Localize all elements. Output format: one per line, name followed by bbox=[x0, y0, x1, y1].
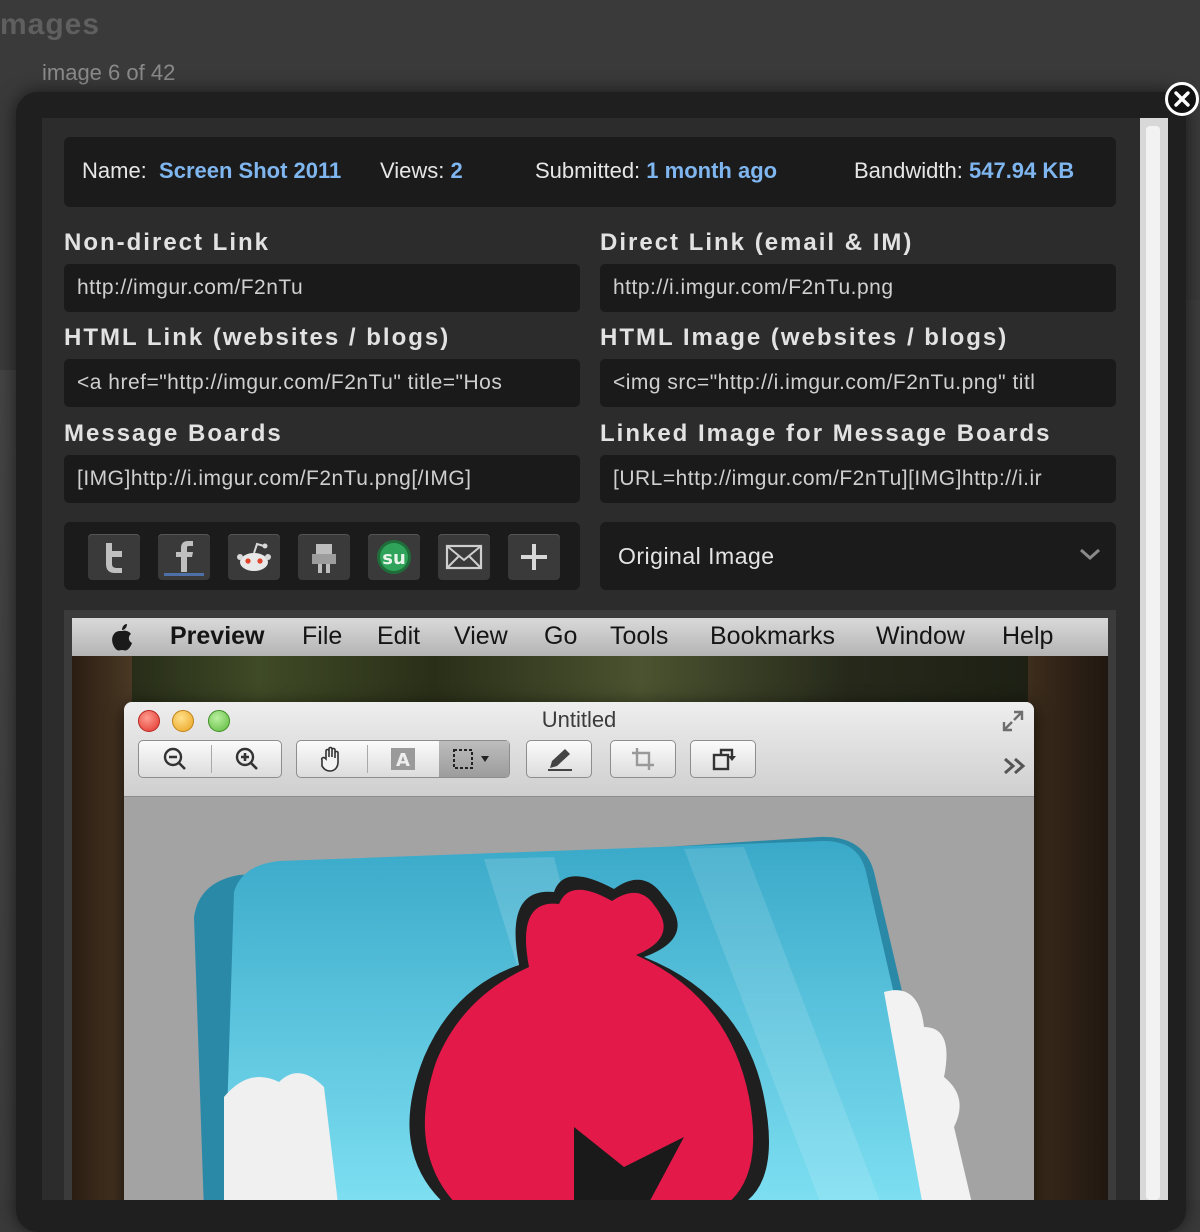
page-title: mages bbox=[0, 8, 101, 41]
crop-button bbox=[610, 740, 676, 778]
scrollbar-thumb[interactable] bbox=[1146, 126, 1160, 1200]
twitter-icon bbox=[106, 543, 122, 573]
tool-group: A bbox=[296, 740, 510, 778]
nondirect-link-label: Non-direct Link bbox=[64, 229, 271, 256]
html-link-label: HTML Link (websites / blogs) bbox=[64, 324, 451, 351]
menu-window: Window bbox=[876, 622, 965, 650]
rotate-button bbox=[690, 740, 756, 778]
message-boards-label: Message Boards bbox=[64, 420, 283, 447]
wallpaper-tree-left bbox=[72, 656, 132, 1200]
text-tool-button: A bbox=[367, 741, 439, 777]
image-preview[interactable]: Preview File Edit View Go Tools Bookmark… bbox=[64, 610, 1116, 1200]
size-select-value: Original Image bbox=[618, 543, 775, 569]
menu-bookmarks: Bookmarks bbox=[710, 622, 836, 650]
digg-icon bbox=[312, 544, 336, 573]
share-reddit-button[interactable] bbox=[228, 534, 280, 580]
crop-icon bbox=[632, 748, 654, 770]
toolbar-overflow-icon bbox=[1004, 757, 1026, 775]
nondirect-link-field[interactable]: http://imgur.com/F2nTu bbox=[64, 264, 580, 312]
views-label: Views: bbox=[380, 158, 445, 183]
bandwidth-label: Bandwidth: bbox=[854, 158, 963, 183]
zoom-out-button bbox=[139, 741, 211, 777]
submitted-label: Submitted: bbox=[535, 158, 641, 183]
menu-view: View bbox=[454, 622, 508, 650]
reddit-icon bbox=[237, 542, 271, 571]
html-link-field[interactable]: <a href="http://imgur.com/F2nTu" title="… bbox=[64, 359, 580, 407]
share-twitter-button[interactable] bbox=[88, 534, 140, 580]
select-tool-button bbox=[439, 741, 509, 777]
modal-scrollbar[interactable] bbox=[1140, 118, 1168, 1200]
apple-logo-icon bbox=[112, 624, 132, 651]
name-value: Screen Shot 2011 bbox=[159, 158, 342, 183]
bandwidth-field: Bandwidth: 547.94 KB bbox=[854, 158, 1074, 184]
image-info-bar: Name: Screen Shot 2011 Views: 2 Submitte… bbox=[64, 137, 1116, 207]
linked-boards-label: Linked Image for Message Boards bbox=[600, 420, 1052, 447]
direct-link-field[interactable]: http://i.imgur.com/F2nTu.png bbox=[600, 264, 1116, 312]
text-tool-icon: A bbox=[391, 748, 415, 771]
pencil-icon bbox=[548, 749, 572, 771]
stumbleupon-icon: su bbox=[377, 540, 411, 574]
preview-window-title: Untitled bbox=[541, 707, 617, 732]
share-digg-button[interactable] bbox=[298, 534, 350, 580]
rect-select-icon bbox=[453, 749, 489, 769]
close-button[interactable] bbox=[1165, 82, 1199, 116]
hand-icon bbox=[320, 746, 339, 772]
menu-edit: Edit bbox=[377, 622, 421, 650]
app-icon-artwork bbox=[194, 836, 972, 1200]
close-icon bbox=[1174, 91, 1190, 107]
share-email-button[interactable] bbox=[438, 534, 490, 580]
svg-text:A: A bbox=[396, 750, 410, 771]
document-canvas bbox=[124, 797, 1034, 1200]
zoom-in-icon bbox=[235, 747, 258, 770]
message-boards-field[interactable]: [IMG]http://i.imgur.com/F2nTu.png[/IMG] bbox=[64, 455, 580, 503]
email-icon bbox=[445, 544, 483, 570]
zoom-out-icon bbox=[163, 747, 186, 770]
bandwidth-value: 547.94 KB bbox=[968, 158, 1075, 183]
submitted-value: 1 month ago bbox=[646, 158, 778, 183]
image-counter: image 6 of 42 bbox=[42, 60, 176, 85]
linked-boards-field[interactable]: [URL=http://imgur.com/F2nTu][IMG]http://… bbox=[600, 455, 1116, 503]
facebook-icon bbox=[164, 541, 204, 576]
html-image-field[interactable]: <img src="http://i.imgur.com/F2nTu.png" … bbox=[600, 359, 1116, 407]
image-size-select[interactable]: Original Image bbox=[600, 522, 1116, 590]
share-more-button[interactable] bbox=[508, 534, 560, 580]
menu-preview: Preview bbox=[170, 622, 265, 650]
menu-tools: Tools bbox=[610, 622, 669, 650]
preview-titlebar: Untitled A bbox=[124, 702, 1034, 797]
annotate-button bbox=[526, 740, 592, 778]
zoom-group bbox=[138, 740, 282, 778]
share-bar: su bbox=[64, 522, 580, 590]
menu-help: Help bbox=[1002, 622, 1054, 650]
fullscreen-icon bbox=[1002, 710, 1024, 732]
direct-link-label: Direct Link (email & IM) bbox=[600, 229, 914, 256]
wallpaper-tree-right bbox=[1028, 656, 1108, 1200]
chevron-down-icon bbox=[1080, 548, 1100, 561]
submitted-field: Submitted: 1 month ago bbox=[535, 158, 777, 184]
zoom-in-button bbox=[211, 741, 283, 777]
hand-tool-button bbox=[297, 741, 367, 777]
menu-go: Go bbox=[544, 622, 578, 650]
mac-menubar: Preview File Edit View Go Tools Bookmark… bbox=[72, 618, 1108, 656]
views-value: 2 bbox=[450, 158, 463, 183]
views-field: Views: 2 bbox=[380, 158, 463, 184]
name-label: Name: bbox=[82, 158, 147, 183]
name-field: Name: Screen Shot 2011 bbox=[82, 158, 341, 184]
rotate-icon bbox=[712, 748, 736, 771]
svg-text:su: su bbox=[382, 548, 406, 569]
plus-icon bbox=[521, 544, 547, 570]
share-facebook-button[interactable] bbox=[158, 534, 210, 580]
preview-window: Untitled A bbox=[124, 702, 1034, 1200]
html-image-label: HTML Image (websites / blogs) bbox=[600, 324, 1009, 351]
share-stumbleupon-button[interactable]: su bbox=[368, 534, 420, 580]
menu-file: File bbox=[302, 622, 343, 650]
